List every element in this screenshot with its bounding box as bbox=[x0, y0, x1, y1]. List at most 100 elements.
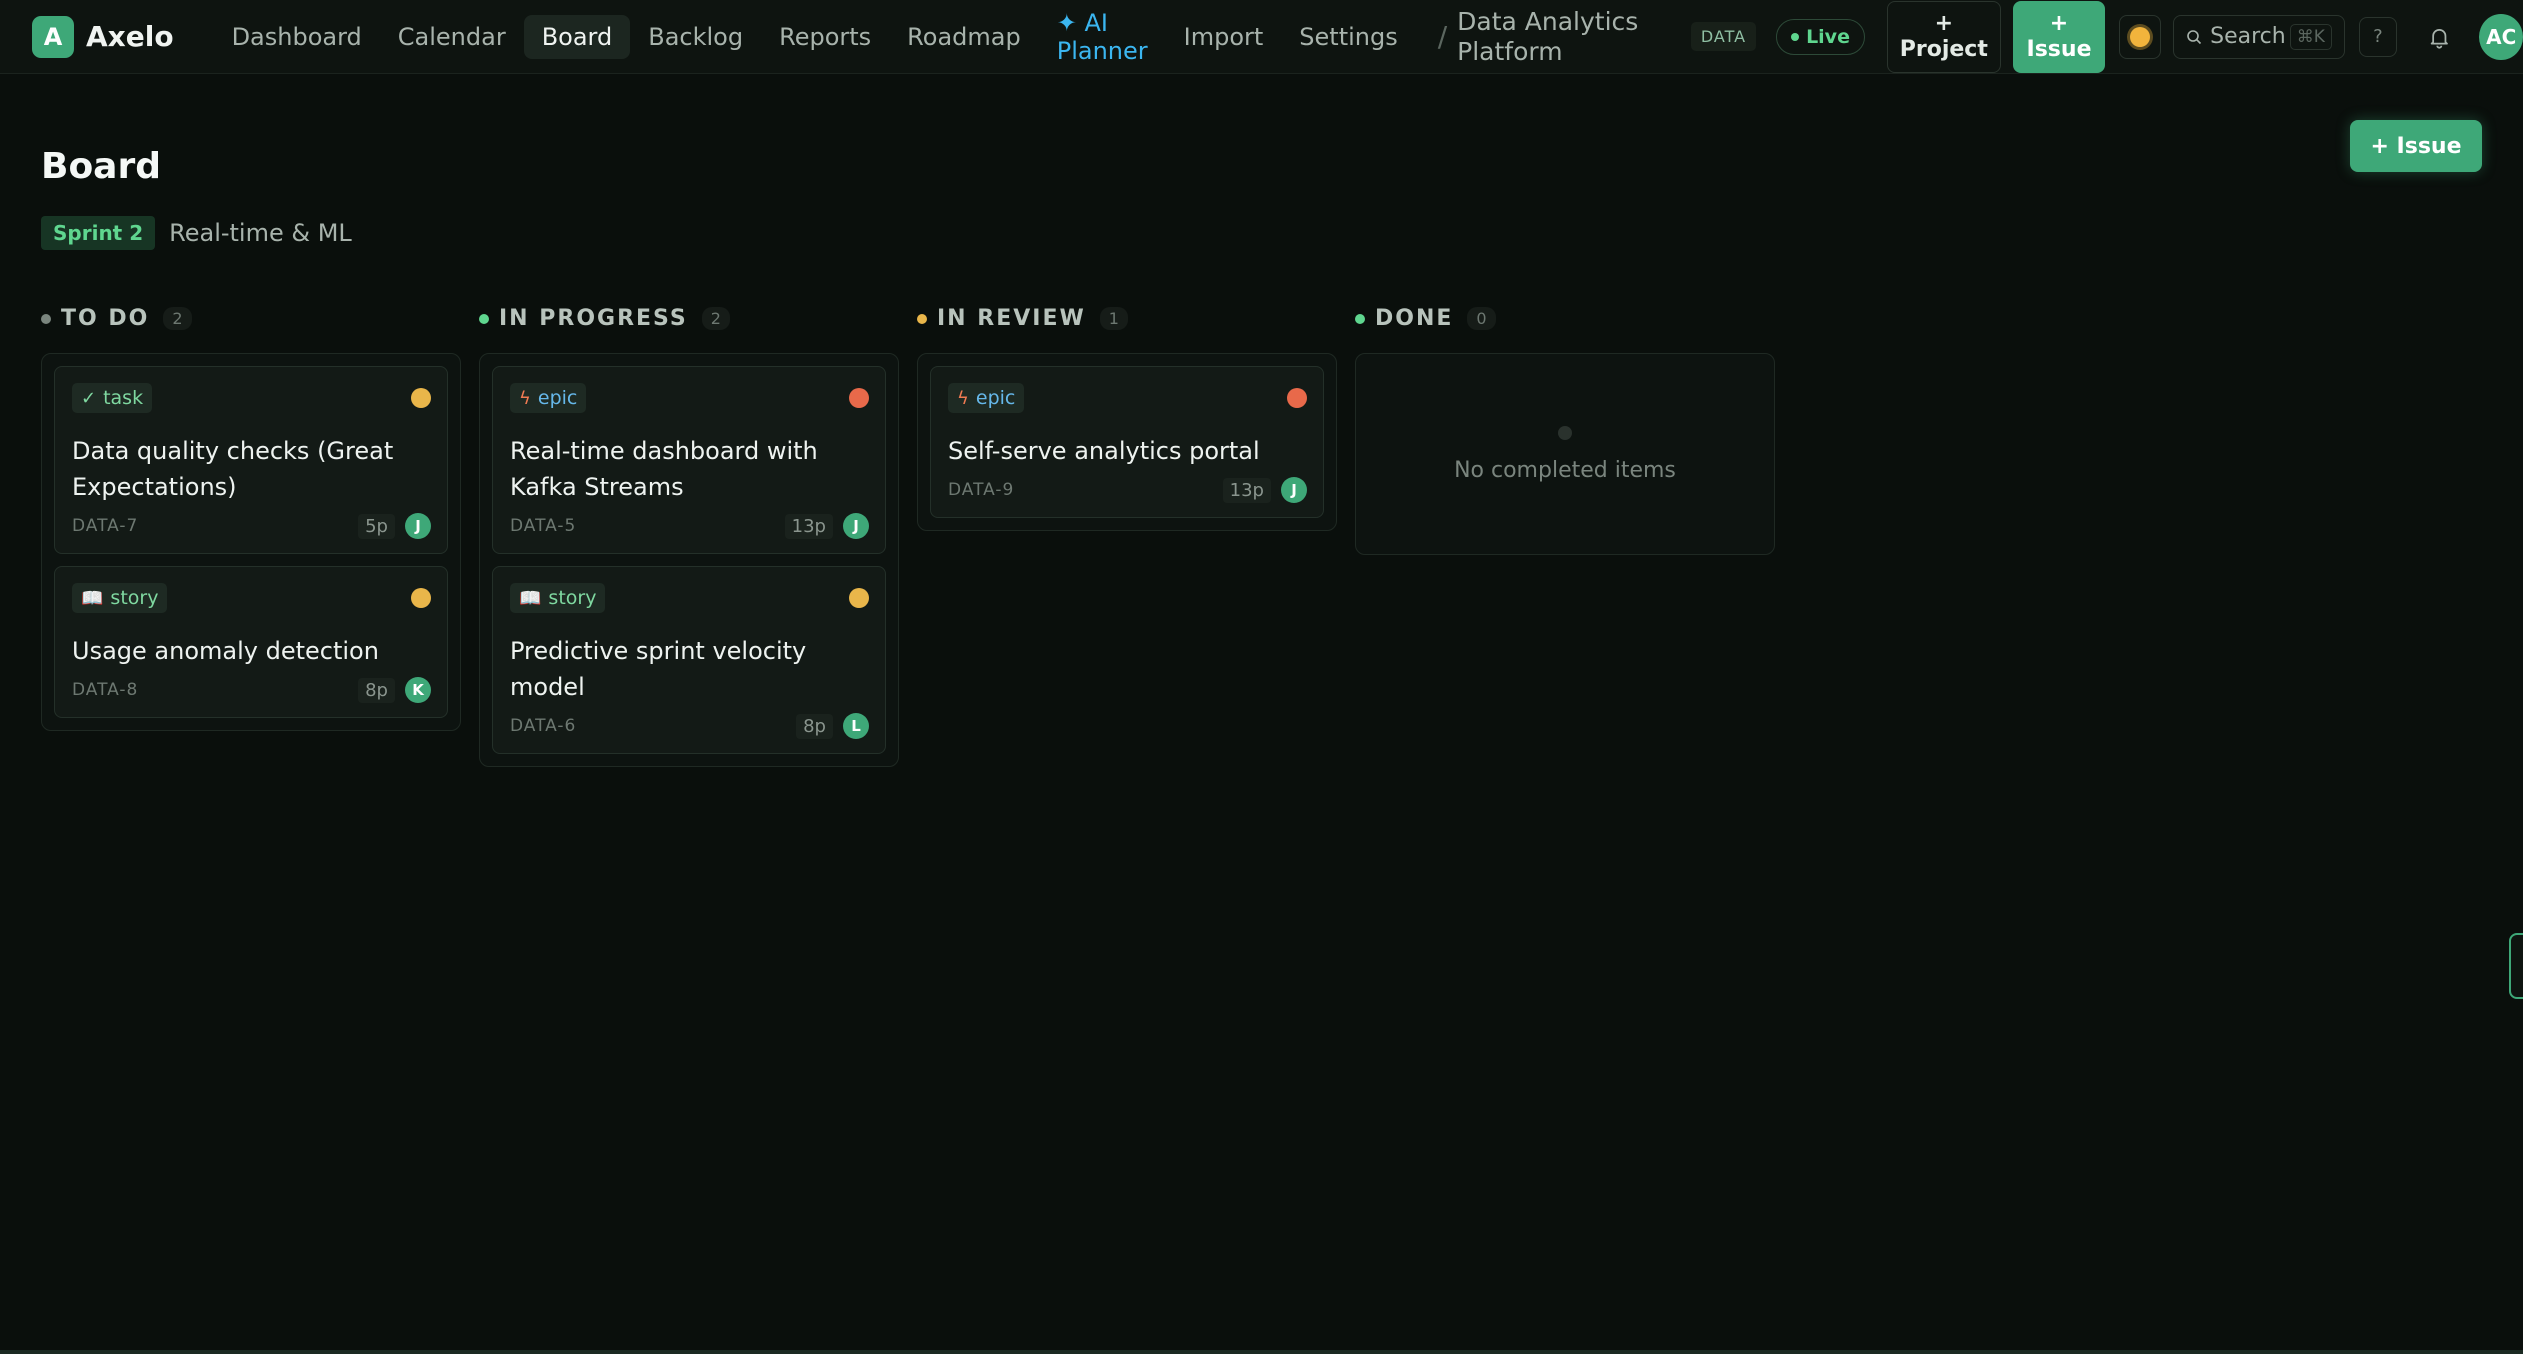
nav-import[interactable]: Import bbox=[1166, 15, 1282, 59]
assignee-avatar[interactable]: J bbox=[843, 513, 869, 539]
help-button[interactable]: ? bbox=[2358, 16, 2397, 57]
sprint-name: Real-time & ML bbox=[169, 219, 352, 247]
priority-medium-icon bbox=[849, 588, 869, 608]
type-tag: 📖 story bbox=[510, 583, 606, 613]
type-tag: ϟ epic bbox=[948, 383, 1025, 413]
ai-planner-line1: ✦ AI bbox=[1056, 8, 1108, 37]
live-status-label: Live bbox=[1806, 25, 1850, 48]
new-issue-top-label: Issue bbox=[2026, 36, 2092, 62]
nav-calendar[interactable]: Calendar bbox=[380, 15, 524, 59]
project-name[interactable]: Data Analytics Platform bbox=[1457, 7, 1675, 67]
empty-state: No completed items bbox=[1368, 366, 1762, 542]
column-in-progress: IN PROGRESS 2 ϟ epic Real-time dashboard… bbox=[479, 306, 899, 767]
card-title: Data quality checks (Great Expectations) bbox=[72, 437, 394, 501]
priority-high-icon bbox=[849, 388, 869, 408]
nav-backlog[interactable]: Backlog bbox=[630, 15, 761, 59]
card-title: Self-serve analytics portal bbox=[948, 437, 1260, 465]
new-project-button[interactable]: + Project bbox=[1886, 0, 2001, 73]
assignee-avatar[interactable]: J bbox=[405, 513, 431, 539]
story-points: 8p bbox=[796, 713, 833, 739]
priority-high-icon bbox=[1287, 388, 1307, 408]
ai-planner-line2: Planner bbox=[1056, 36, 1148, 65]
app-logo[interactable]: A Axelo bbox=[32, 15, 174, 58]
bell-icon[interactable] bbox=[2427, 24, 2452, 50]
type-tag: ✓ task bbox=[72, 383, 153, 413]
issue-card[interactable]: 📖 story Usage anomaly detection DATA-8 8… bbox=[54, 566, 448, 718]
search-shortcut-hint: ⌘K bbox=[2289, 23, 2332, 50]
status-dot-icon bbox=[1355, 313, 1365, 324]
book-icon: 📖 bbox=[81, 587, 104, 609]
theme-toggle-button[interactable] bbox=[2119, 14, 2162, 59]
issue-key: DATA-9 bbox=[948, 480, 1015, 500]
column-header: DONE 0 bbox=[1355, 306, 1775, 331]
sun-icon bbox=[2130, 26, 2151, 47]
story-points: 13p bbox=[784, 513, 833, 539]
column-todo: TO DO 2 ✓ task Data quality checks (Grea… bbox=[41, 306, 461, 731]
type-tag: ϟ epic bbox=[510, 383, 587, 413]
column-count: 2 bbox=[701, 307, 730, 330]
story-points: 8p bbox=[358, 677, 395, 703]
empty-dot-icon bbox=[1558, 425, 1572, 440]
search-placeholder: Search bbox=[2210, 24, 2286, 49]
nav-dashboard[interactable]: Dashboard bbox=[214, 15, 380, 59]
new-issue-top-plus: + bbox=[2049, 10, 2069, 36]
nav-board[interactable]: Board bbox=[523, 14, 631, 59]
sprint-info: Sprint 2 Real-time & ML bbox=[41, 216, 352, 250]
column-header: IN REVIEW 1 bbox=[917, 306, 1337, 331]
empty-state-text: No completed items bbox=[1454, 457, 1676, 483]
project-key-badge: DATA bbox=[1690, 22, 1757, 51]
search-input[interactable]: Search ⌘K bbox=[2173, 14, 2345, 59]
issue-key: DATA-7 bbox=[72, 516, 139, 536]
type-tag: 📖 story bbox=[72, 583, 168, 613]
nav-roadmap[interactable]: Roadmap bbox=[889, 15, 1039, 59]
issue-key: DATA-5 bbox=[510, 516, 577, 536]
card-title: Usage anomaly detection bbox=[72, 637, 379, 665]
column-count: 1 bbox=[1099, 307, 1128, 330]
card-title: Predictive sprint velocity model bbox=[510, 637, 807, 701]
user-avatar[interactable]: AC bbox=[2479, 13, 2523, 60]
column-count: 2 bbox=[163, 307, 192, 330]
app-name: Axelo bbox=[86, 20, 174, 53]
column-title: TO DO bbox=[61, 306, 150, 331]
top-bar: A Axelo Dashboard Calendar Board Backlog… bbox=[0, 0, 2523, 74]
search-icon bbox=[2187, 29, 2202, 44]
column-body: ϟ epic Self-serve analytics portal DATA-… bbox=[917, 353, 1337, 531]
assignee-avatar[interactable]: L bbox=[843, 713, 869, 739]
page-title: Board bbox=[41, 146, 161, 187]
column-body: No completed items bbox=[1355, 353, 1775, 555]
breadcrumb-separator: / bbox=[1437, 20, 1448, 53]
bolt-icon: ϟ bbox=[957, 387, 969, 409]
side-panel-handle[interactable] bbox=[2509, 933, 2523, 999]
project-name-line1: Data Analytics bbox=[1457, 6, 1639, 36]
issue-card[interactable]: ✓ task Data quality checks (Great Expect… bbox=[54, 366, 448, 554]
new-project-plus: + bbox=[1934, 10, 1954, 36]
add-issue-button[interactable]: + Issue bbox=[2350, 120, 2482, 172]
assignee-avatar[interactable]: K bbox=[405, 677, 431, 703]
issue-key: DATA-8 bbox=[72, 680, 139, 700]
book-icon: 📖 bbox=[519, 587, 542, 609]
priority-medium-icon bbox=[411, 588, 431, 608]
issue-card[interactable]: ϟ epic Real-time dashboard with Kafka St… bbox=[492, 366, 886, 554]
column-in-review: IN REVIEW 1 ϟ epic Self-serve analytics … bbox=[917, 306, 1337, 531]
assignee-avatar[interactable]: J bbox=[1281, 477, 1307, 503]
nav-reports[interactable]: Reports bbox=[761, 15, 889, 59]
story-points: 5p bbox=[358, 513, 395, 539]
bolt-icon: ϟ bbox=[519, 387, 531, 409]
sprint-badge: Sprint 2 bbox=[41, 216, 156, 250]
issue-card[interactable]: ϟ epic Self-serve analytics portal DATA-… bbox=[930, 366, 1324, 518]
nav-settings[interactable]: Settings bbox=[1281, 15, 1415, 59]
bottom-border bbox=[0, 1350, 2523, 1354]
column-header: IN PROGRESS 2 bbox=[479, 306, 899, 331]
type-label: epic bbox=[537, 387, 578, 409]
column-title: DONE bbox=[1375, 306, 1454, 331]
column-body: ϟ epic Real-time dashboard with Kafka St… bbox=[479, 353, 899, 767]
story-points: 13p bbox=[1222, 477, 1271, 503]
live-status-badge: Live bbox=[1776, 18, 1865, 55]
nav-ai-planner[interactable]: ✦ AI Planner bbox=[1039, 1, 1166, 73]
new-issue-top-button[interactable]: + Issue bbox=[2012, 0, 2106, 73]
status-dot-icon bbox=[479, 313, 489, 324]
project-name-line2: Platform bbox=[1457, 36, 1563, 66]
issue-card[interactable]: 📖 story Predictive sprint velocity model… bbox=[492, 566, 886, 754]
issue-key: DATA-6 bbox=[510, 716, 577, 736]
column-body: ✓ task Data quality checks (Great Expect… bbox=[41, 353, 461, 731]
